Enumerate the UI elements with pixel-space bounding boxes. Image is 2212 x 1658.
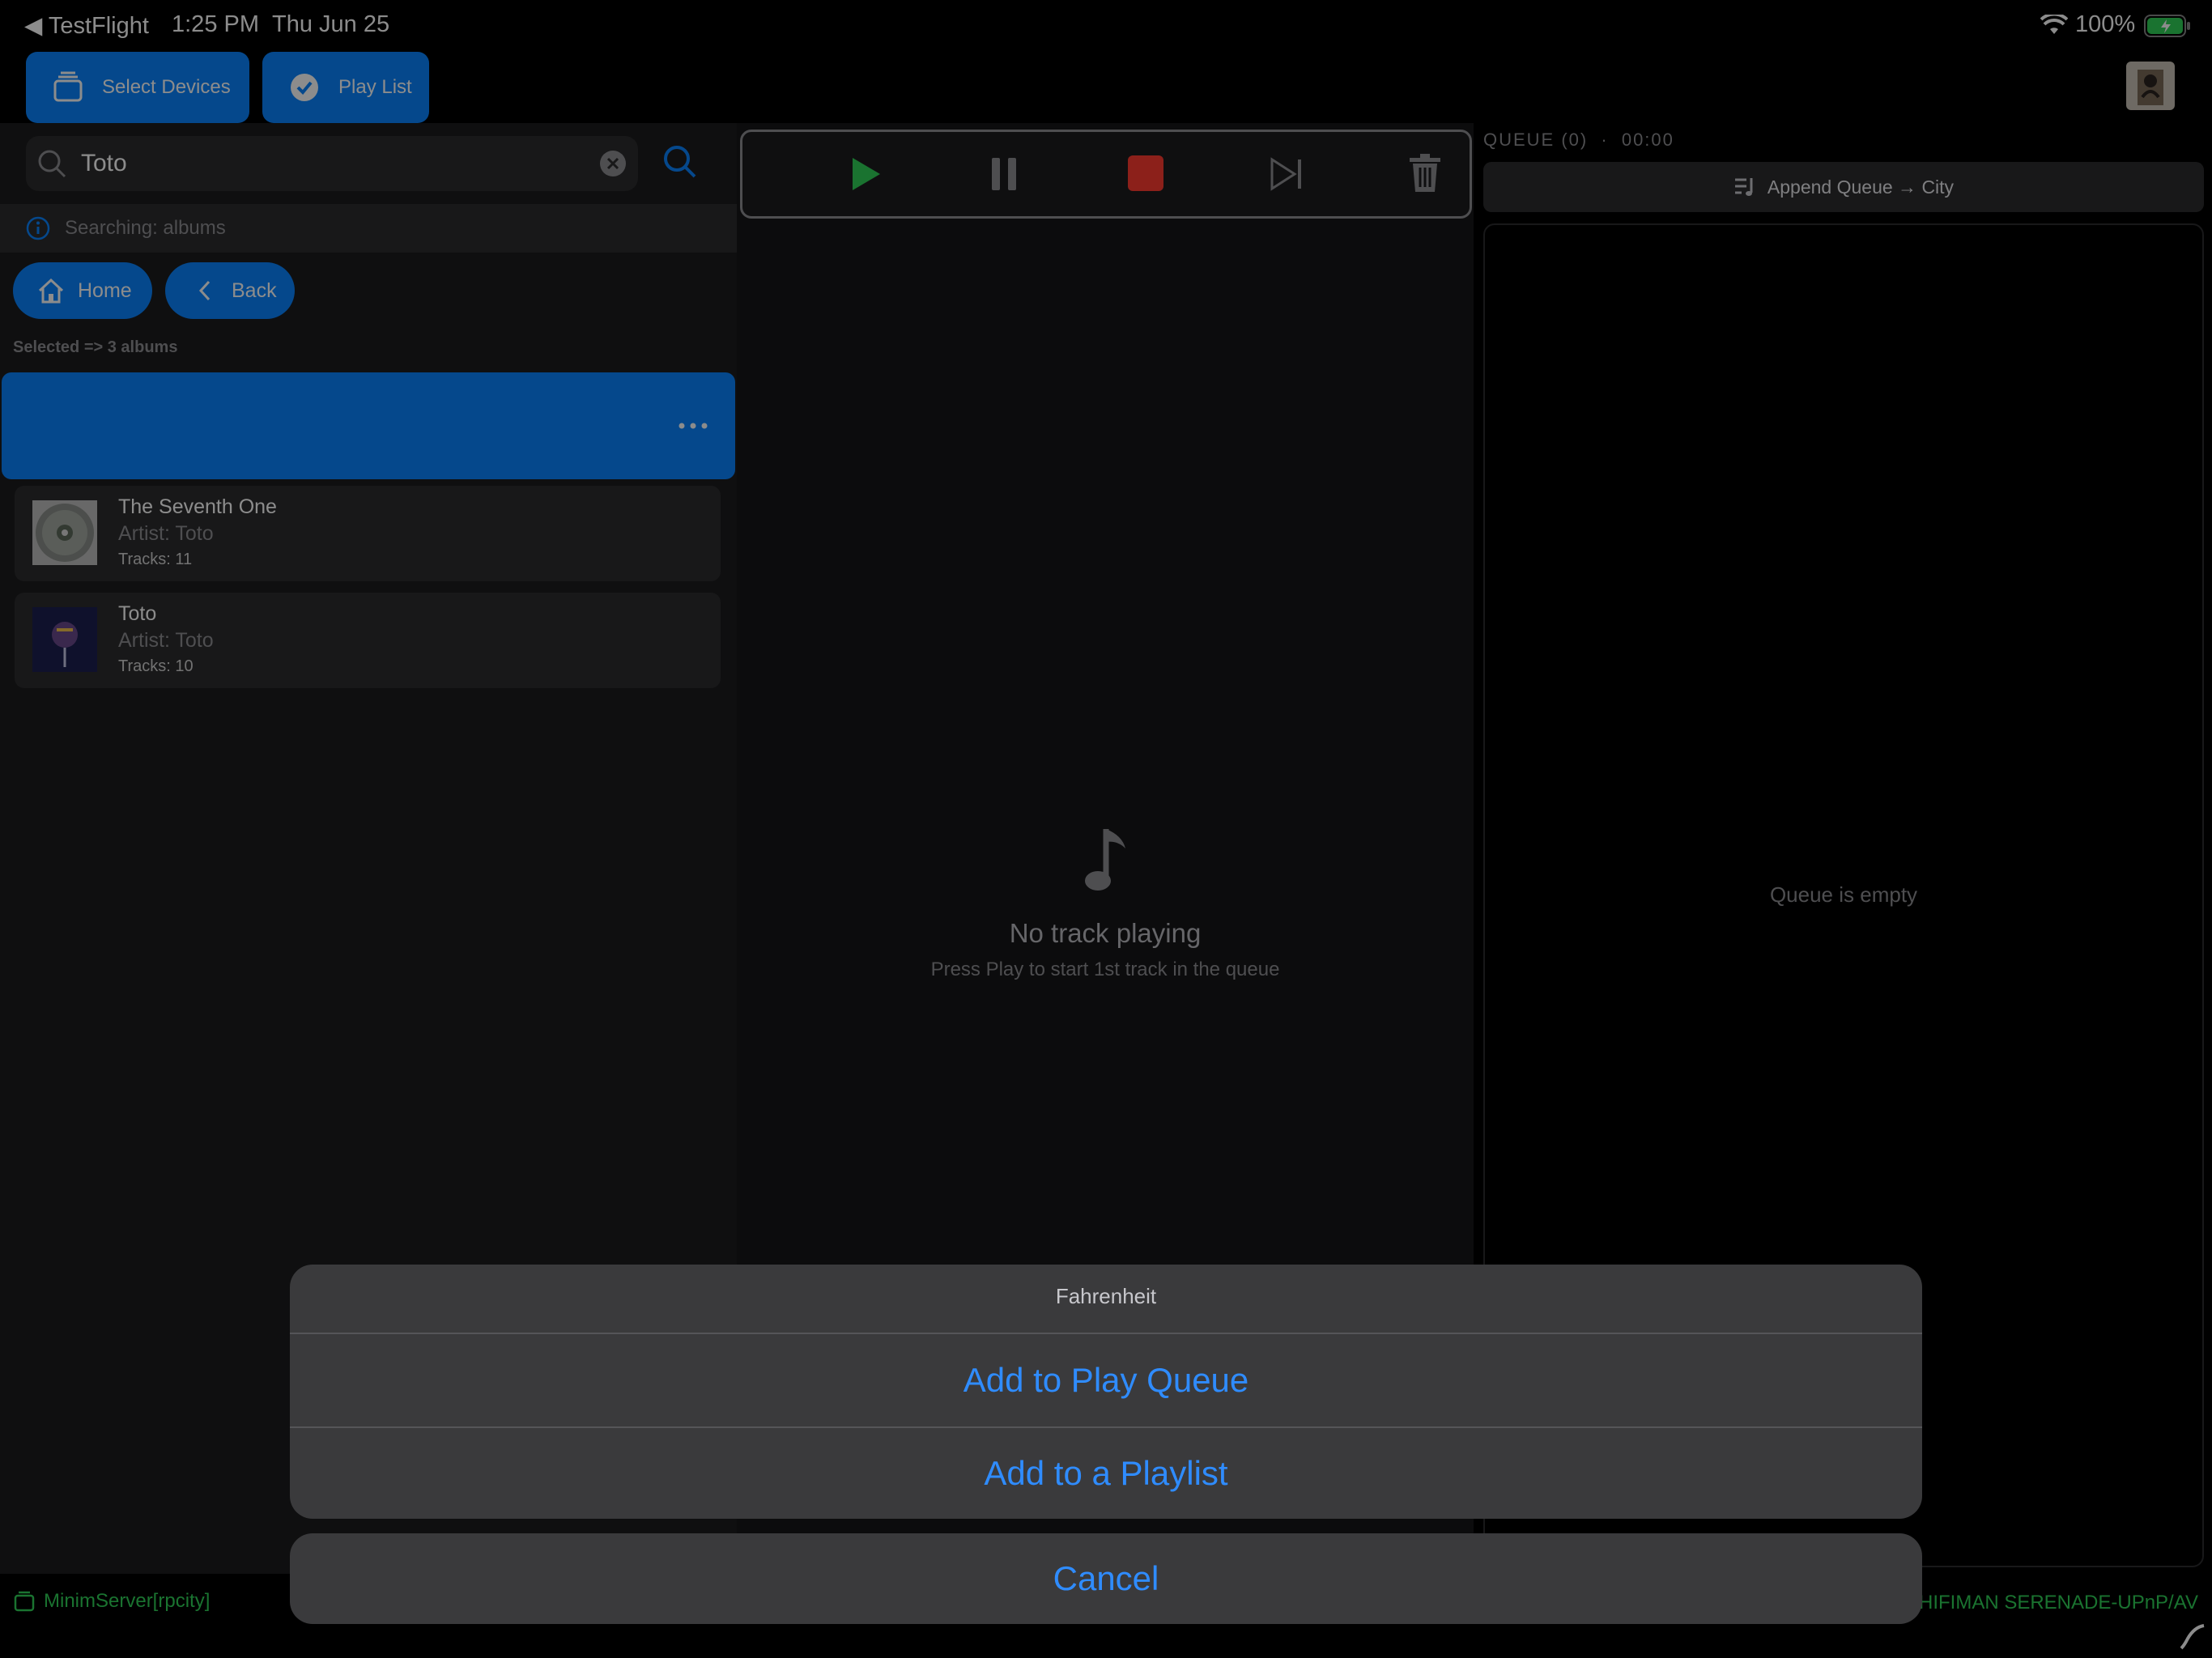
add-to-play-queue-button[interactable]: Add to Play Queue xyxy=(290,1334,1922,1426)
action-sheet: Fahrenheit Add to Play Queue Add to a Pl… xyxy=(290,1265,1922,1519)
cancel-button[interactable]: Cancel xyxy=(290,1533,1922,1624)
action-sheet-title: Fahrenheit xyxy=(1055,1284,1157,1308)
add-to-playlist-button[interactable]: Add to a Playlist xyxy=(290,1428,1922,1519)
